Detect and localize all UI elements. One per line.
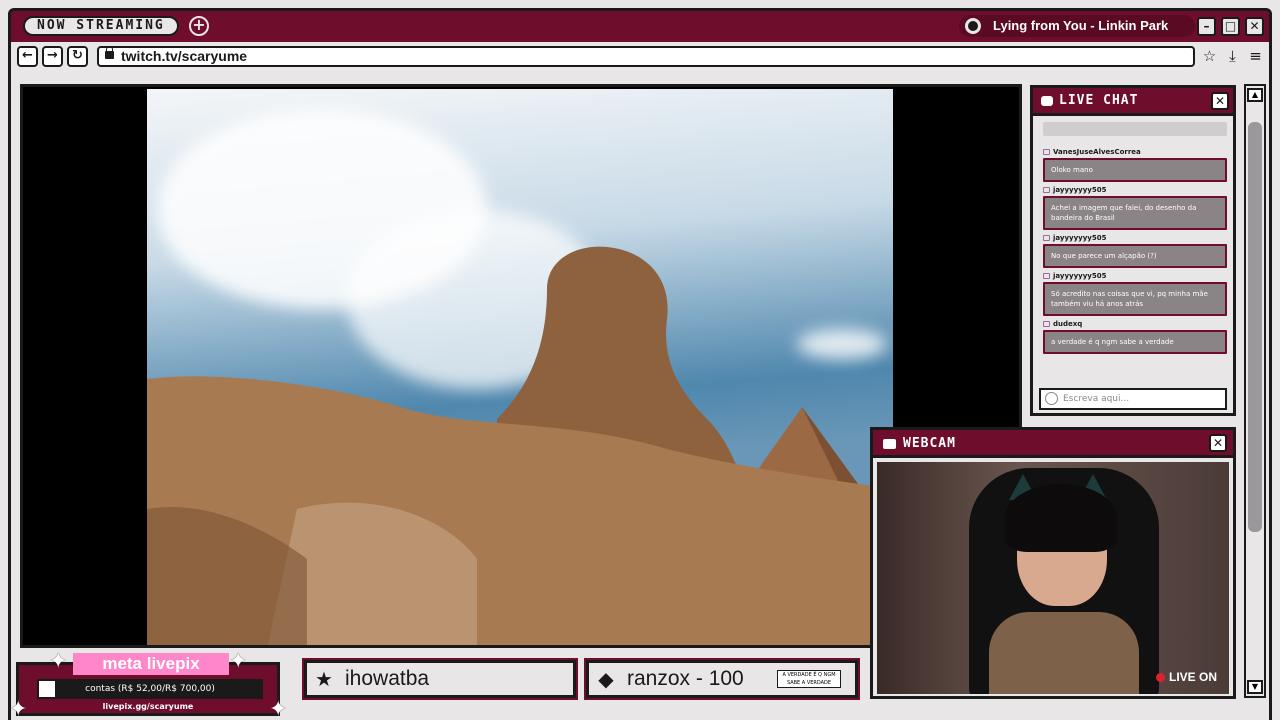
lock-icon (105, 46, 114, 59)
address-bar[interactable]: twitch.tv/scaryume (97, 46, 1195, 67)
webcam-panel: WEBCAM ✕ LIVE ON (870, 427, 1236, 699)
chat-message: Só acredito nas coisas que vi, pq minha … (1043, 282, 1227, 316)
chat-message: Achei a imagem que falei, do desenho da … (1043, 196, 1227, 230)
minimize-button[interactable]: – (1197, 17, 1216, 36)
back-button[interactable]: ← (17, 46, 38, 67)
badge-icon (1043, 187, 1050, 193)
chat-messages: VanesJuseAlvesCorrea Oloko mano jayyyyyy… (1043, 144, 1227, 354)
star-icon: ✦ (49, 649, 68, 674)
star-bookmark-icon[interactable]: ☆ (1199, 46, 1220, 67)
live-on-indicator: LIVE ON (1155, 670, 1217, 684)
chat-username: jayyyyyyy505 (1043, 272, 1227, 280)
chat-username: jayyyyyyy505 (1043, 186, 1227, 194)
chat-message: a verdade é q ngm sabe a verdade (1043, 330, 1227, 354)
live-dot-icon (1155, 672, 1165, 682)
chat-username: VanesJuseAlvesCorrea (1043, 148, 1227, 156)
chat-bubble-icon (1041, 96, 1053, 106)
star-icon: ★ (315, 667, 333, 691)
chat-input-placeholder: Escreva aqui... (1063, 394, 1130, 404)
reload-button[interactable]: ↻ (67, 46, 88, 67)
maximize-button[interactable]: □ (1221, 17, 1240, 36)
live-chat-panel: LIVE CHAT ✕ VanesJuseAlvesCorrea Oloko m… (1030, 85, 1236, 416)
address-text: twitch.tv/scaryume (121, 48, 248, 64)
now-streaming-badge: NOW STREAMING (23, 16, 179, 36)
download-icon[interactable]: ⤓ (1222, 46, 1243, 67)
goal-url: livepix.gg/scaryume (102, 702, 194, 711)
live-on-text: LIVE ON (1168, 670, 1217, 684)
chat-message: No que parece um alçapão (?) (1043, 244, 1227, 268)
goal-progress-bar: contas (R$ 52,00/R$ 700,00) (37, 679, 263, 699)
stream-video (147, 89, 893, 645)
scrollbar-thumb[interactable] (1248, 122, 1262, 532)
donor-name: ihowatba (345, 667, 430, 690)
webcam-feed: LIVE ON (877, 462, 1229, 694)
goal-progress-text: contas (R$ 52,00/R$ 700,00) (85, 684, 215, 694)
webcam-title: WEBCAM (903, 436, 956, 451)
chat-input[interactable]: Escreva aqui... (1039, 388, 1227, 410)
scroll-down-button[interactable]: ▼ (1247, 680, 1263, 694)
page-scrollbar[interactable]: ▲ ▼ (1244, 84, 1266, 698)
scroll-up-button[interactable]: ▲ (1247, 88, 1263, 102)
add-button[interactable]: + (189, 16, 209, 36)
goal-progress-fill (39, 681, 55, 697)
badge-icon (1043, 321, 1050, 327)
camera-icon (883, 439, 896, 449)
now-playing: Lying from You - Linkin Park (959, 15, 1195, 37)
browser-nav-bar: ← → ↻ twitch.tv/scaryume ☆ ⤓ ≡ (8, 42, 1272, 72)
donation-goal-widget: meta livepix ✦ ✦ ✦ ✦ contas (R$ 52,00/R$… (9, 651, 287, 720)
star-icon: ✦ (229, 649, 248, 674)
streamer-body (989, 612, 1139, 694)
sphinx-scene (147, 246, 893, 645)
badge-icon (1043, 273, 1050, 279)
live-chat-title: LIVE CHAT (1059, 93, 1139, 108)
emoji-icon[interactable] (1045, 392, 1058, 405)
music-disc-icon (965, 18, 981, 34)
forward-button[interactable]: → (42, 46, 63, 67)
menu-icon[interactable]: ≡ (1245, 46, 1266, 67)
chat-username: dudexq (1043, 320, 1227, 328)
webcam-close-button[interactable]: ✕ (1209, 434, 1227, 452)
diamond-icon: ◆ (598, 667, 614, 691)
now-playing-text: Lying from You - Linkin Park (993, 18, 1169, 33)
streamer-hair (1005, 484, 1117, 552)
badge-icon (1043, 149, 1050, 155)
goal-title: meta livepix (73, 653, 229, 675)
chat-message: Oloko mano (1043, 158, 1227, 182)
donor-message-tag: A VERDADE É Q NGM SABE A VERDADE (777, 670, 841, 688)
badge-icon (1043, 235, 1050, 241)
donor-name: ranzox - 100 (627, 667, 744, 690)
webcam-header: WEBCAM ✕ (873, 430, 1233, 458)
live-chat-header: LIVE CHAT ✕ (1033, 88, 1233, 116)
chat-username: jayyyyyyy505 (1043, 234, 1227, 242)
close-window-button[interactable]: ✕ (1245, 17, 1264, 36)
chat-close-button[interactable]: ✕ (1211, 92, 1229, 110)
window-title-bar: NOW STREAMING + Lying from You - Linkin … (8, 8, 1272, 42)
top-donor-card: ★ ihowatba (302, 658, 578, 700)
last-donor-card: ◆ ranzox - 100 A VERDADE É Q NGM SABE A … (584, 658, 860, 700)
chat-filter-bar[interactable] (1043, 122, 1227, 136)
